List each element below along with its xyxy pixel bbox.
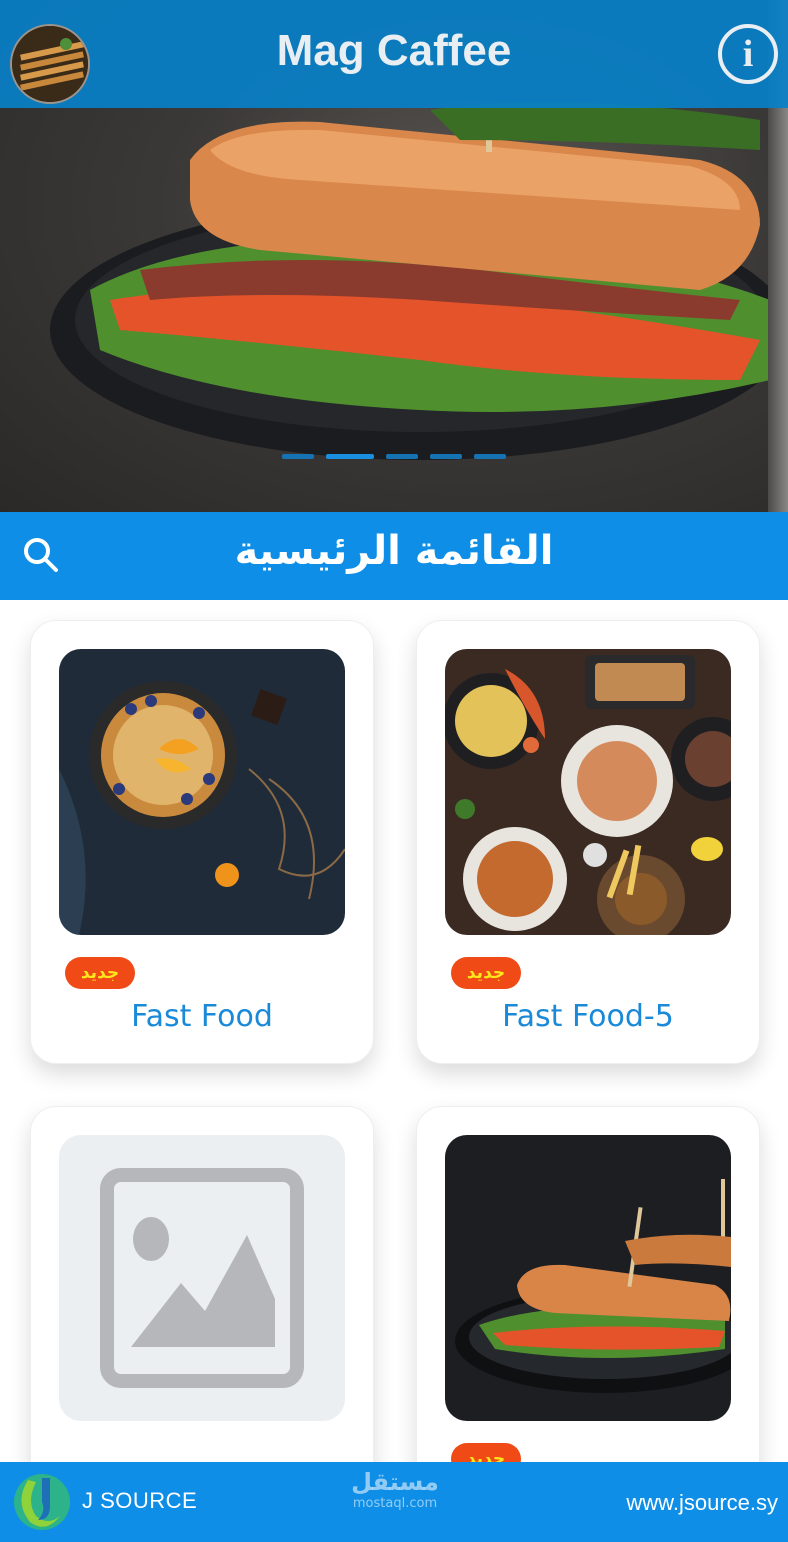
category-name: Fast Food (131, 999, 273, 1034)
hero-slider[interactable]: Mag Caffee i (0, 0, 788, 512)
new-badge: جديد (65, 957, 135, 989)
placeholder-image-icon (59, 1135, 345, 1421)
slide-dot-5[interactable] (474, 454, 506, 459)
category-card-fast-food-5[interactable]: جديد Fast Food-5 (416, 620, 760, 1064)
menu-title: القائمة الرئيسية (234, 528, 554, 574)
app-title: Mag Caffee (276, 26, 512, 75)
top-app-bar: Mag Caffee i (0, 0, 788, 108)
slide-dot-2[interactable] (326, 454, 374, 459)
slide-dot-3[interactable] (386, 454, 418, 459)
footer-bar: J SOURCE مستقل mostaql.com www.jsource.s… (0, 1462, 788, 1542)
info-icon[interactable]: i (718, 24, 778, 84)
pancake-skillet-photo (59, 649, 345, 935)
menu-header-bar: القائمة الرئيسية (0, 512, 788, 600)
app-screen: Mag Caffee i القائمة الرئيسية جديد Fast … (0, 0, 788, 1542)
slide-dot-4[interactable] (430, 454, 462, 459)
watermark-latin: mostaql.com (352, 1496, 438, 1511)
slider-indicator (0, 454, 788, 459)
seafood-platter-photo (445, 649, 731, 935)
category-name: Fast Food-5 (502, 999, 674, 1034)
mostaql-watermark: مستقل mostaql.com (340, 1468, 450, 1512)
footer-website-link[interactable]: www.jsource.sy (626, 1490, 778, 1516)
category-card-fast-food[interactable]: جديد Fast Food (30, 620, 374, 1064)
watermark-arabic: مستقل (351, 1468, 439, 1496)
jsource-logo-icon (12, 1472, 72, 1532)
new-badge: جديد (451, 957, 521, 989)
slide-dot-1[interactable] (282, 454, 314, 459)
sandwich-photo (445, 1135, 731, 1421)
footer-brand: J SOURCE (82, 1488, 198, 1513)
